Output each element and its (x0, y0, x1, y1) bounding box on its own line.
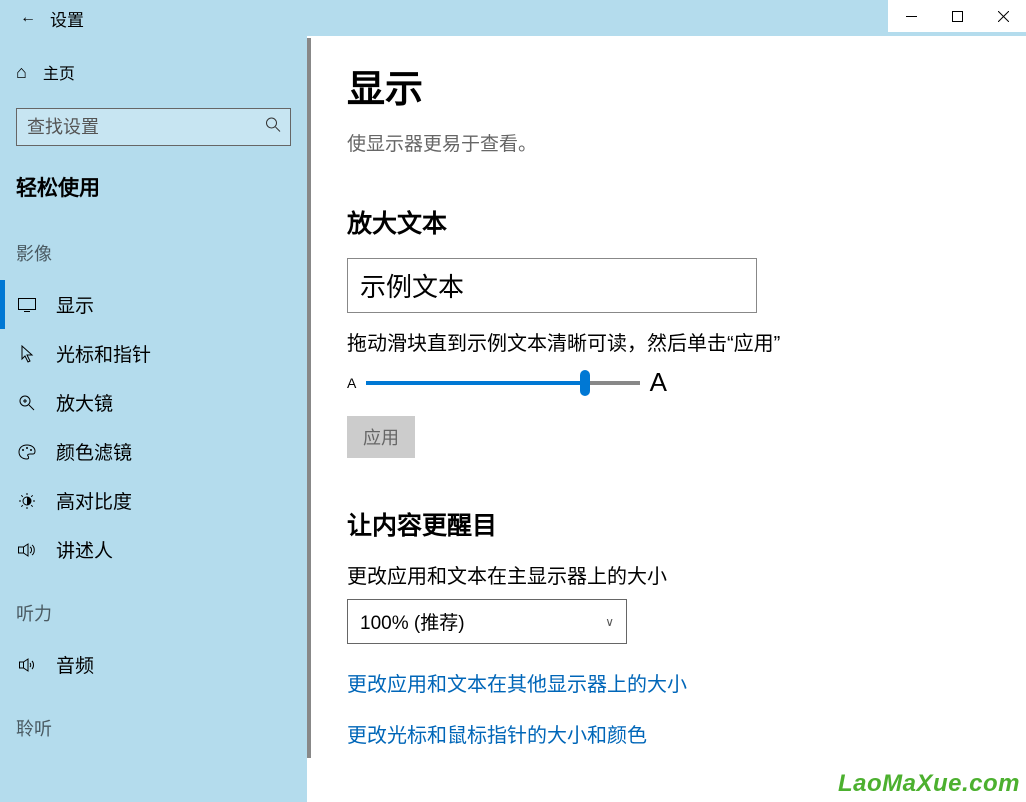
sample-text-box: 示例文本 (347, 258, 757, 313)
sidebar-item-display[interactable]: 显示 (0, 280, 307, 329)
home-label: 主页 (43, 60, 75, 84)
maximize-button[interactable] (934, 0, 980, 32)
text-size-slider[interactable] (366, 381, 639, 385)
section-prominence: 让内容更醒目 (347, 506, 990, 542)
home-icon: ⌂ (16, 62, 27, 83)
content-area: 显示 使显示器更易于查看。 放大文本 示例文本 拖动滑块直到示例文本清晰可读，然… (311, 36, 1026, 802)
close-button[interactable] (980, 0, 1026, 32)
group-header-hearing: 听力 (0, 574, 307, 640)
group-header-listen: 聆听 (0, 689, 307, 755)
slider-min-label: A (347, 375, 356, 391)
search-input[interactable] (16, 108, 291, 146)
category-title: 轻松使用 (0, 166, 307, 214)
sidebar-item-label: 讲述人 (56, 536, 113, 563)
sidebar-item-color-filters[interactable]: 颜色滤镜 (0, 427, 307, 476)
minimize-icon (906, 16, 917, 17)
cursor-icon (16, 345, 38, 363)
apply-button[interactable]: 应用 (347, 416, 415, 458)
audio-icon (16, 658, 38, 672)
slider-max-label: A (650, 367, 667, 398)
sidebar-item-label: 高对比度 (56, 487, 132, 514)
page-title: 显示 (347, 58, 990, 113)
scale-label: 更改应用和文本在主显示器上的大小 (347, 560, 990, 589)
sidebar-item-high-contrast[interactable]: 高对比度 (0, 476, 307, 525)
sidebar-item-label: 颜色滤镜 (56, 438, 132, 465)
palette-icon (16, 444, 38, 460)
section-enlarge-text: 放大文本 (347, 204, 990, 240)
sidebar-item-narrator[interactable]: 讲述人 (0, 525, 307, 574)
page-subtitle: 使显示器更易于查看。 (347, 129, 990, 156)
contrast-icon (16, 493, 38, 509)
watermark: LaoMaXue.com (838, 770, 1020, 798)
sidebar-item-label: 音频 (56, 651, 94, 678)
titlebar: ← 设置 (0, 0, 1026, 36)
slider-thumb[interactable] (580, 370, 590, 396)
sidebar-item-label: 显示 (56, 291, 94, 318)
scale-dropdown[interactable]: 100% (推荐) ∨ (347, 599, 627, 644)
minimize-button[interactable] (888, 0, 934, 32)
link-cursor-size[interactable]: 更改光标和鼠标指针的大小和颜色 (347, 719, 990, 748)
scale-value: 100% (推荐) (360, 608, 465, 635)
sidebar-item-cursor[interactable]: 光标和指针 (0, 329, 307, 378)
window-title: 设置 (50, 6, 84, 31)
sidebar-item-label: 放大镜 (56, 389, 113, 416)
chevron-down-icon: ∨ (605, 615, 614, 629)
sidebar: ⌂ 主页 轻松使用 影像 显示 光标和指针 放大镜 (0, 36, 307, 802)
back-button[interactable]: ← (20, 9, 36, 27)
home-nav[interactable]: ⌂ 主页 (0, 54, 307, 90)
link-other-displays[interactable]: 更改应用和文本在其他显示器上的大小 (347, 668, 990, 697)
sidebar-item-label: 光标和指针 (56, 340, 151, 367)
sidebar-item-audio[interactable]: 音频 (0, 640, 307, 689)
magnifier-icon (16, 395, 38, 411)
display-icon (16, 298, 38, 312)
maximize-icon (952, 11, 963, 22)
narrator-icon (16, 543, 38, 557)
slider-help-text: 拖动滑块直到示例文本清晰可读，然后单击“应用” (347, 327, 787, 361)
group-header-vision: 影像 (0, 214, 307, 280)
sidebar-item-magnifier[interactable]: 放大镜 (0, 378, 307, 427)
close-icon (998, 11, 1009, 22)
